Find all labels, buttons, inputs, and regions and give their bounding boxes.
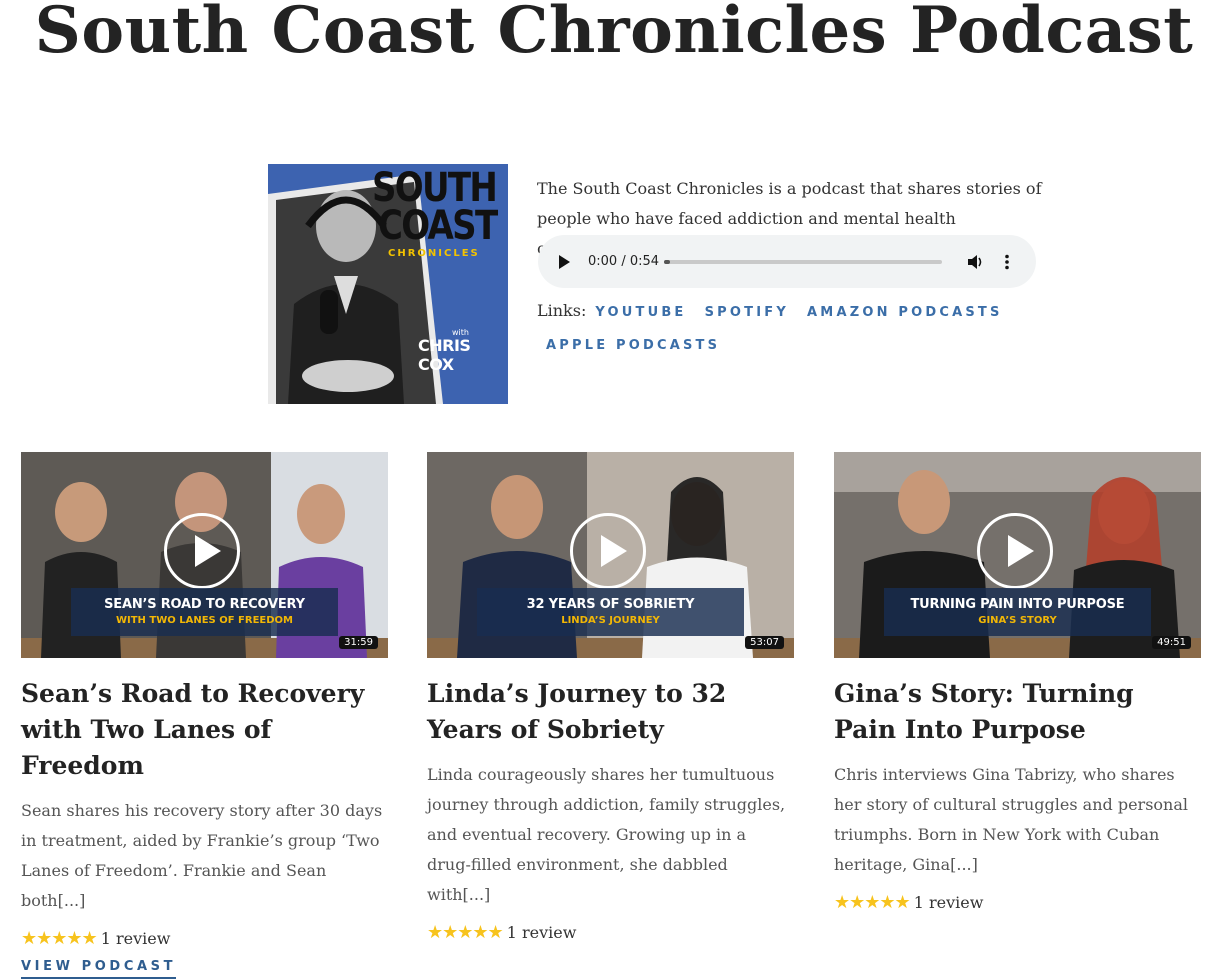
thumbnail-caption-subtitle: GINA’S STORY <box>978 615 1057 626</box>
audio-time: 0:00 / 0:54 <box>588 254 660 269</box>
episode-card: SEAN’S ROAD TO RECOVERY WITH TWO LANES O… <box>21 452 388 979</box>
review-count[interactable]: 1 review <box>914 893 984 912</box>
play-icon[interactable] <box>570 513 646 589</box>
episode-thumbnail[interactable]: 32 YEARS OF SOBRIETY LINDA’S JOURNEY 53:… <box>427 452 794 658</box>
view-podcast-button[interactable]: VIEW PODCAST <box>21 959 177 979</box>
audio-progress-bar[interactable] <box>664 259 942 264</box>
podcast-cover-art: SOUTH COAST CHRONICLES with CHRIS COX <box>268 164 508 404</box>
play-icon[interactable] <box>164 513 240 589</box>
cover-title-line3: CHRONICLES <box>388 248 480 259</box>
star-rating-icons: ★★★★★ <box>834 892 911 913</box>
thumbnail-caption: SEAN’S ROAD TO RECOVERY WITH TWO LANES O… <box>71 588 338 636</box>
cover-title-line1: SOUTH <box>372 165 498 211</box>
duration-badge: 53:07 <box>745 636 784 649</box>
thumbnail-caption-subtitle: WITH TWO LANES OF FREEDOM <box>115 615 293 626</box>
more-options-icon[interactable] <box>998 253 1016 271</box>
play-icon[interactable] <box>557 254 571 269</box>
star-rating-icons: ★★★★★ <box>21 928 98 949</box>
duration-badge: 49:51 <box>1152 636 1191 649</box>
audio-player: 0:00 / 0:54 <box>538 235 1036 288</box>
thumbnail-caption-title: SEAN’S ROAD TO RECOVERY <box>104 597 305 612</box>
review-count[interactable]: 1 review <box>101 929 171 948</box>
episode-excerpt: Chris interviews Gina Tabrizy, who share… <box>834 765 1188 874</box>
episode-excerpt: Linda courageously shares her tumultuous… <box>427 765 786 904</box>
episode-rating: ★★★★★ 1 review <box>427 922 794 943</box>
cover-host-name: CHRIS COX <box>418 336 471 374</box>
link-apple-podcasts[interactable]: APPLE PODCASTS <box>546 338 720 353</box>
podcast-links: Links: YOUTUBE SPOTIFY AMAZON PODCASTS AP… <box>537 295 1047 361</box>
episode-card: 32 YEARS OF SOBRIETY LINDA’S JOURNEY 53:… <box>427 452 794 943</box>
link-spotify[interactable]: SPOTIFY <box>705 305 789 320</box>
link-amazon-podcasts[interactable]: AMAZON PODCASTS <box>807 305 1003 320</box>
thumbnail-caption: TURNING PAIN INTO PURPOSE GINA’S STORY <box>884 588 1151 636</box>
play-icon[interactable] <box>977 513 1053 589</box>
episode-title[interactable]: Gina’s Story: Turning Pain Into Purpose <box>834 676 1201 748</box>
duration-badge: 31:59 <box>339 636 378 649</box>
thumbnail-caption-title: TURNING PAIN INTO PURPOSE <box>910 597 1125 612</box>
thumbnail-caption-title: 32 YEARS OF SOBRIETY <box>526 597 695 612</box>
page-title: South Coast Chronicles Podcast <box>34 0 1194 68</box>
review-count[interactable]: 1 review <box>507 923 577 942</box>
links-label: Links: <box>537 301 587 320</box>
volume-icon[interactable] <box>966 253 984 271</box>
thumbnail-caption: 32 YEARS OF SOBRIETY LINDA’S JOURNEY <box>477 588 744 636</box>
cover-title-line2: COAST <box>378 203 498 249</box>
episode-rating: ★★★★★ 1 review <box>834 892 1201 913</box>
episode-thumbnail[interactable]: SEAN’S ROAD TO RECOVERY WITH TWO LANES O… <box>21 452 388 658</box>
thumbnail-caption-subtitle: LINDA’S JOURNEY <box>561 615 660 626</box>
episode-thumbnail[interactable]: TURNING PAIN INTO PURPOSE GINA’S STORY 4… <box>834 452 1201 658</box>
episode-card: TURNING PAIN INTO PURPOSE GINA’S STORY 4… <box>834 452 1201 913</box>
episode-rating: ★★★★★ 1 review <box>21 928 388 949</box>
episode-title[interactable]: Sean’s Road to Recovery with Two Lanes o… <box>21 676 388 784</box>
star-rating-icons: ★★★★★ <box>427 922 504 943</box>
episode-excerpt: Sean shares his recovery story after 30 … <box>21 801 383 910</box>
episode-title[interactable]: Linda’s Journey to 32 Years of Sobriety <box>427 676 794 748</box>
link-youtube[interactable]: YOUTUBE <box>595 305 686 320</box>
